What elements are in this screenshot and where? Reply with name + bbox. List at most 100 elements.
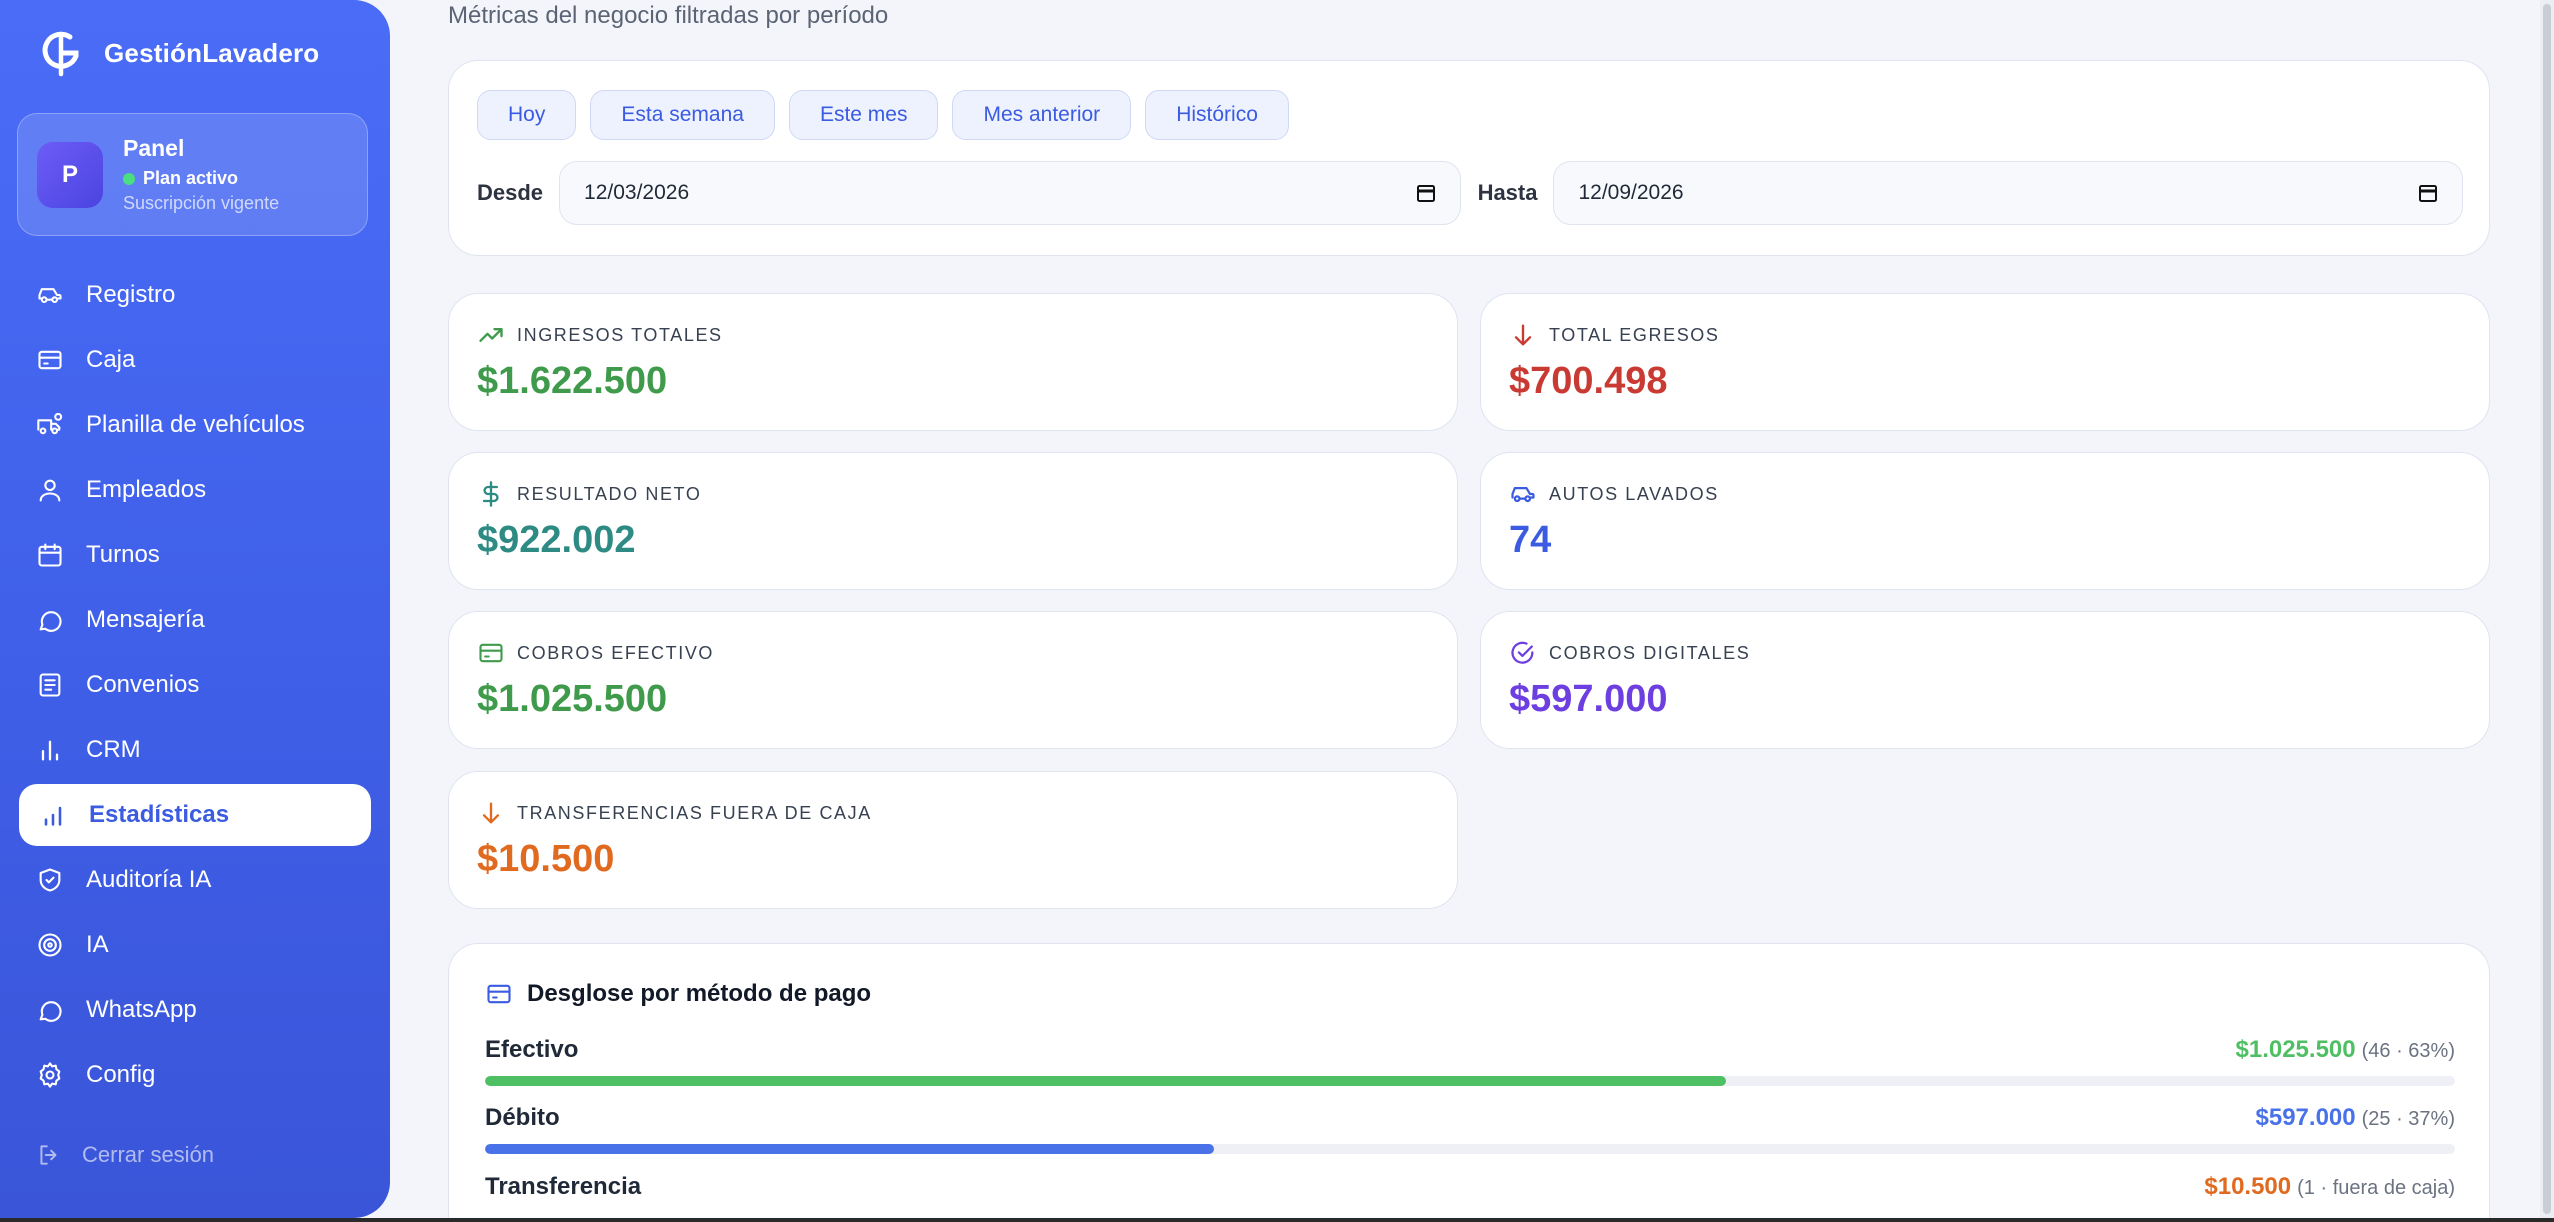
stat-header: AUTOS LAVADOS [1509,480,1719,508]
chip-mes-anterior[interactable]: Mes anterior [952,90,1132,140]
sidebar-item-ia[interactable]: IA [19,914,371,976]
target-icon [38,933,62,957]
plan-status: Plan activo [123,168,279,189]
payment-breakdown-card: Desglose por método de pago Efectivo $1.… [448,943,2490,1222]
bar-chart-icon [41,740,59,761]
brand[interactable]: GestiónLavadero [36,28,319,78]
stat-header: COBROS DIGITALES [1509,639,1750,667]
stat-label: COBROS DIGITALES [1549,642,1751,663]
breakdown-row-head: Efectivo $1.025.500 (46 · 63%) [485,1036,2455,1064]
sidebar-item-whatsapp[interactable]: WhatsApp [19,979,371,1041]
chip-esta-semana[interactable]: Esta semana [590,90,775,140]
sidebar-item-crm[interactable]: CRM [19,719,371,781]
stat-cobros-digitales: COBROS DIGITALES $597.000 [1480,611,2490,749]
stat-header: COBROS EFECTIVO [477,639,714,667]
calendar-icon [1416,185,1435,202]
breakdown-amount: $597.000 [2255,1104,2356,1131]
sidebar-item-empleados[interactable]: Empleados [19,459,371,521]
card-icon [479,643,503,663]
sidebar-item-label: Registro [86,281,176,308]
stat-label: RESULTADO NETO [517,483,702,504]
wallet-icon [38,350,62,370]
stat-label: INGRESOS TOTALES [517,324,723,345]
sidebar-item-label: IA [86,931,109,958]
stat-value: $1.622.500 [477,360,668,402]
sidebar-item-mensajeria[interactable]: Mensajería [19,589,371,651]
stat-header: RESULTADO NETO [477,480,701,508]
sidebar: GestiónLavadero P Panel Plan activo Susc… [0,0,390,1218]
sidebar-item-caja[interactable]: Caja [19,329,371,391]
breakdown-amount: $10.500 [2204,1173,2292,1200]
stats-icon [44,806,62,826]
sidebar-item-label: Auditoría IA [86,866,212,893]
status-dot-icon [123,172,135,185]
chip-historico[interactable]: Histórico [1145,90,1289,140]
progress-track [485,1076,2455,1086]
stat-header: INGRESOS TOTALES [477,321,723,349]
sidebar-item-label: CRM [86,736,141,763]
g-logo-icon [42,31,79,77]
stat-value: $922.002 [477,519,636,561]
stat-resultado-neto: RESULTADO NETO $922.002 [448,452,1458,590]
logout-icon [40,1145,57,1165]
dollar-icon [482,481,499,507]
to-date-input[interactable]: 12/09/2026 [1553,161,2463,225]
panel-card[interactable]: P Panel Plan activo Suscripción vigente [17,113,368,236]
sidebar-item-label: Empleados [86,476,207,503]
stat-label: AUTOS LAVADOS [1549,483,1719,504]
breakdown-title-text: Desglose por método de pago [527,980,872,1007]
stat-value: $10.500 [477,838,615,880]
sidebar-item-turnos[interactable]: Turnos [19,524,371,586]
calendar-icon [38,543,62,567]
breakdown-row-debito: Débito $597.000 (25 · 37%) [485,1104,2455,1154]
from-date-value: 12/03/2026 [584,181,690,204]
breakdown-row-efectivo: Efectivo $1.025.500 (46 · 63%) [485,1036,2455,1086]
whatsapp-icon [39,1001,62,1022]
sidebar-item-convenios[interactable]: Convenios [19,654,371,716]
sidebar-item-estadisticas[interactable]: Estadísticas [19,784,371,846]
stat-header: TOTAL EGRESOS [1509,321,1720,349]
sidebar-item-auditoria-ia[interactable]: Auditoría IA [19,849,371,911]
sidebar-item-label: Planilla de vehículos [86,411,305,438]
breakdown-row-transferencia: Transferencia $10.500 (1 · fuera de caja) [485,1173,2455,1201]
subscription-text: Suscripción vigente [123,193,280,213]
shield-check-icon [39,868,61,892]
user-icon [39,479,61,502]
trending-up-icon [479,328,503,342]
avatar: P [37,141,103,208]
chip-este-mes[interactable]: Este mes [788,90,939,140]
brand-name: GestiónLavadero [104,37,320,68]
to-date-value: 12/09/2026 [1578,181,1684,204]
logout-button[interactable]: Cerrar sesión [36,1142,214,1168]
scroll-thumb[interactable] [2543,4,2551,1214]
from-date-input[interactable]: 12/03/2026 [559,161,1461,225]
check-circle-icon [1511,641,1534,664]
breakdown-method: Efectivo [485,1036,579,1063]
breakdown-title: Desglose por método de pago [485,980,871,1008]
breakdown-method: Transferencia [485,1173,642,1200]
chat-icon [39,611,62,632]
sidebar-item-label: WhatsApp [86,996,197,1023]
plan-status-text: Plan activo [143,168,239,188]
chip-hoy[interactable]: Hoy [477,90,577,140]
sidebar-item-config[interactable]: Config [19,1044,371,1106]
sidebar-item-registro[interactable]: Registro [19,264,371,326]
date-range: Desde 12/03/2026 Hasta 12/09/2026 [477,161,2463,225]
to-label: Hasta [1477,180,1538,205]
logout-label: Cerrar sesión [82,1142,215,1167]
breakdown-amount-group: $1.025.500 (46 · 63%) [2236,1036,2456,1064]
breakdown-meta: (25 · 37%) [2361,1108,2455,1130]
breakdown-amount-group: $597.000 (25 · 37%) [2256,1104,2455,1132]
card-icon [487,984,511,1004]
sidebar-item-planilla[interactable]: Planilla de vehículos [19,394,371,456]
sidebar-item-label: Mensajería [86,606,205,633]
breakdown-amount: $1.025.500 [2235,1036,2356,1063]
page-scrollbar[interactable] [2540,0,2554,1222]
stat-header: TRANSFERENCIAS FUERA DE CAJA [477,799,872,827]
sidebar-item-label: Turnos [86,541,160,568]
truck-icon [37,412,63,435]
car-icon [1511,487,1535,503]
stat-value: 74 [1509,519,1552,561]
panel-title: Panel [123,135,185,161]
stat-autos-lavados: AUTOS LAVADOS 74 [1480,452,2490,590]
